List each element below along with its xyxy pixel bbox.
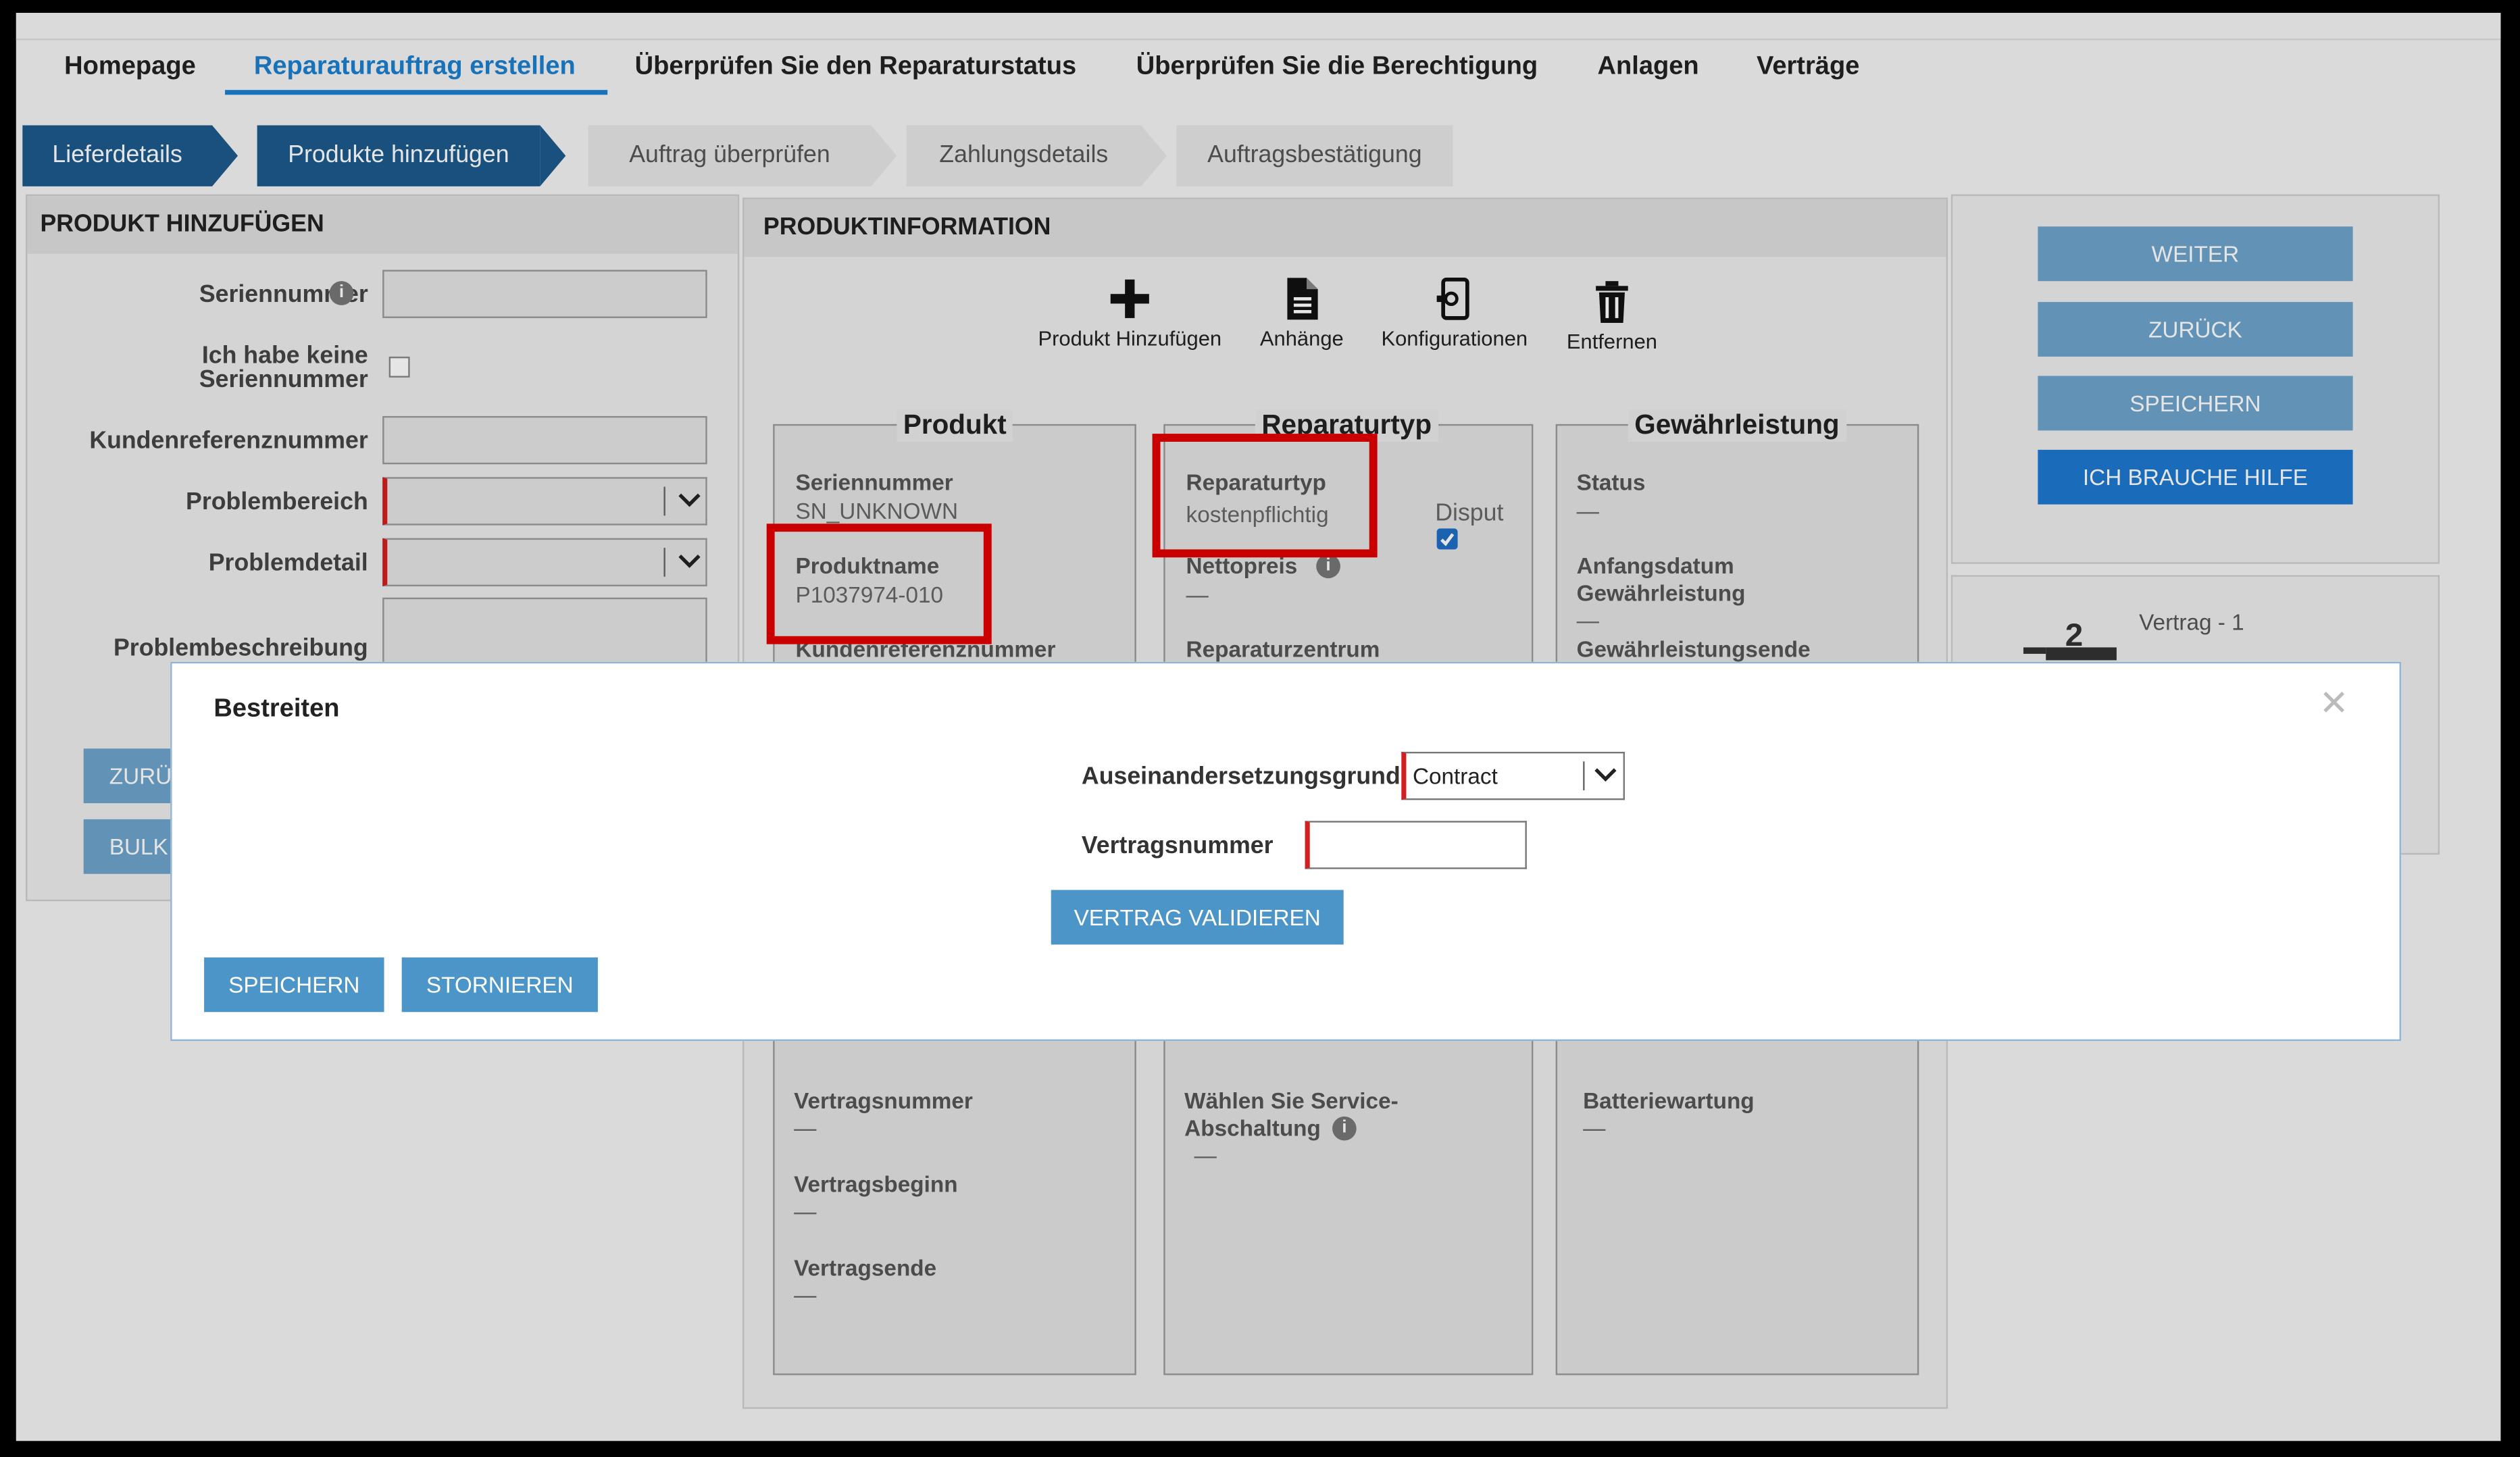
- contract-number-label: Vertragsnummer: [1081, 832, 1274, 860]
- dispute-modal: Bestreiten ✕ Auseinandersetzungsgrund Co…: [170, 661, 2401, 1042]
- dispute-reason-select[interactable]: Contract: [1401, 751, 1625, 800]
- close-icon[interactable]: ✕: [2319, 683, 2349, 725]
- modal-title: Bestreiten: [213, 695, 340, 723]
- app-window: Homepage Reparaturauftrag erstellen Über…: [16, 13, 2501, 1441]
- chevron-down-icon: [1594, 768, 1617, 782]
- modal-cancel-button[interactable]: STORNIEREN: [401, 957, 598, 1013]
- validate-contract-button[interactable]: VERTRAG VALIDIEREN: [1051, 890, 1344, 945]
- modal-save-button[interactable]: SPEICHERN: [204, 957, 384, 1013]
- contract-number-input[interactable]: [1305, 821, 1527, 869]
- dispute-reason-label: Auseinandersetzungsgrund: [1081, 763, 1401, 791]
